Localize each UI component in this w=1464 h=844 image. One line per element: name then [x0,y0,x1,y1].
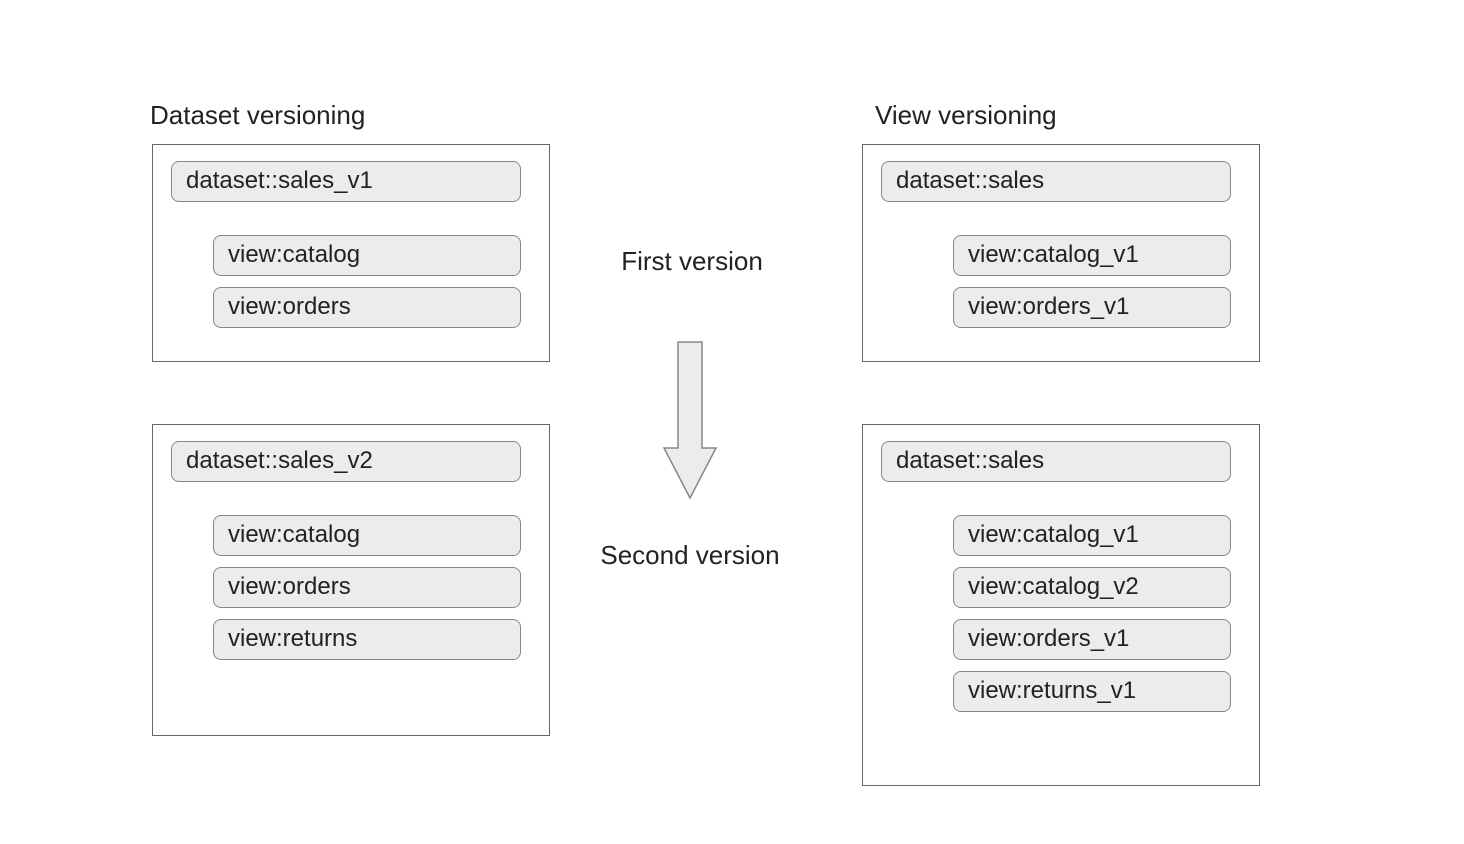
view-pill: view:catalog_v1 [953,235,1231,276]
label-second-version: Second version [570,540,810,571]
view-pill: view:catalog [213,515,521,556]
view-pill: view:catalog [213,235,521,276]
block-right-1: dataset::sales view:catalog_v1 view:orde… [862,144,1260,362]
block-left-2: dataset::sales_v2 view:catalog view:orde… [152,424,550,736]
block-left-1: dataset::sales_v1 view:catalog view:orde… [152,144,550,362]
view-pill: view:orders_v1 [953,287,1231,328]
heading-right: View versioning [875,100,1057,131]
down-arrow-icon [660,338,720,513]
view-pill: view:catalog_v1 [953,515,1231,556]
view-pill: view:returns [213,619,521,660]
dataset-pill: dataset::sales [881,161,1231,202]
view-pill: view:orders [213,287,521,328]
dataset-pill: dataset::sales_v2 [171,441,521,482]
dataset-pill: dataset::sales_v1 [171,161,521,202]
dataset-pill: dataset::sales [881,441,1231,482]
view-pill: view:orders_v1 [953,619,1231,660]
label-first-version: First version [592,246,792,277]
view-pill: view:returns_v1 [953,671,1231,712]
heading-left: Dataset versioning [150,100,365,131]
block-right-2: dataset::sales view:catalog_v1 view:cata… [862,424,1260,786]
view-pill: view:catalog_v2 [953,567,1231,608]
view-pill: view:orders [213,567,521,608]
